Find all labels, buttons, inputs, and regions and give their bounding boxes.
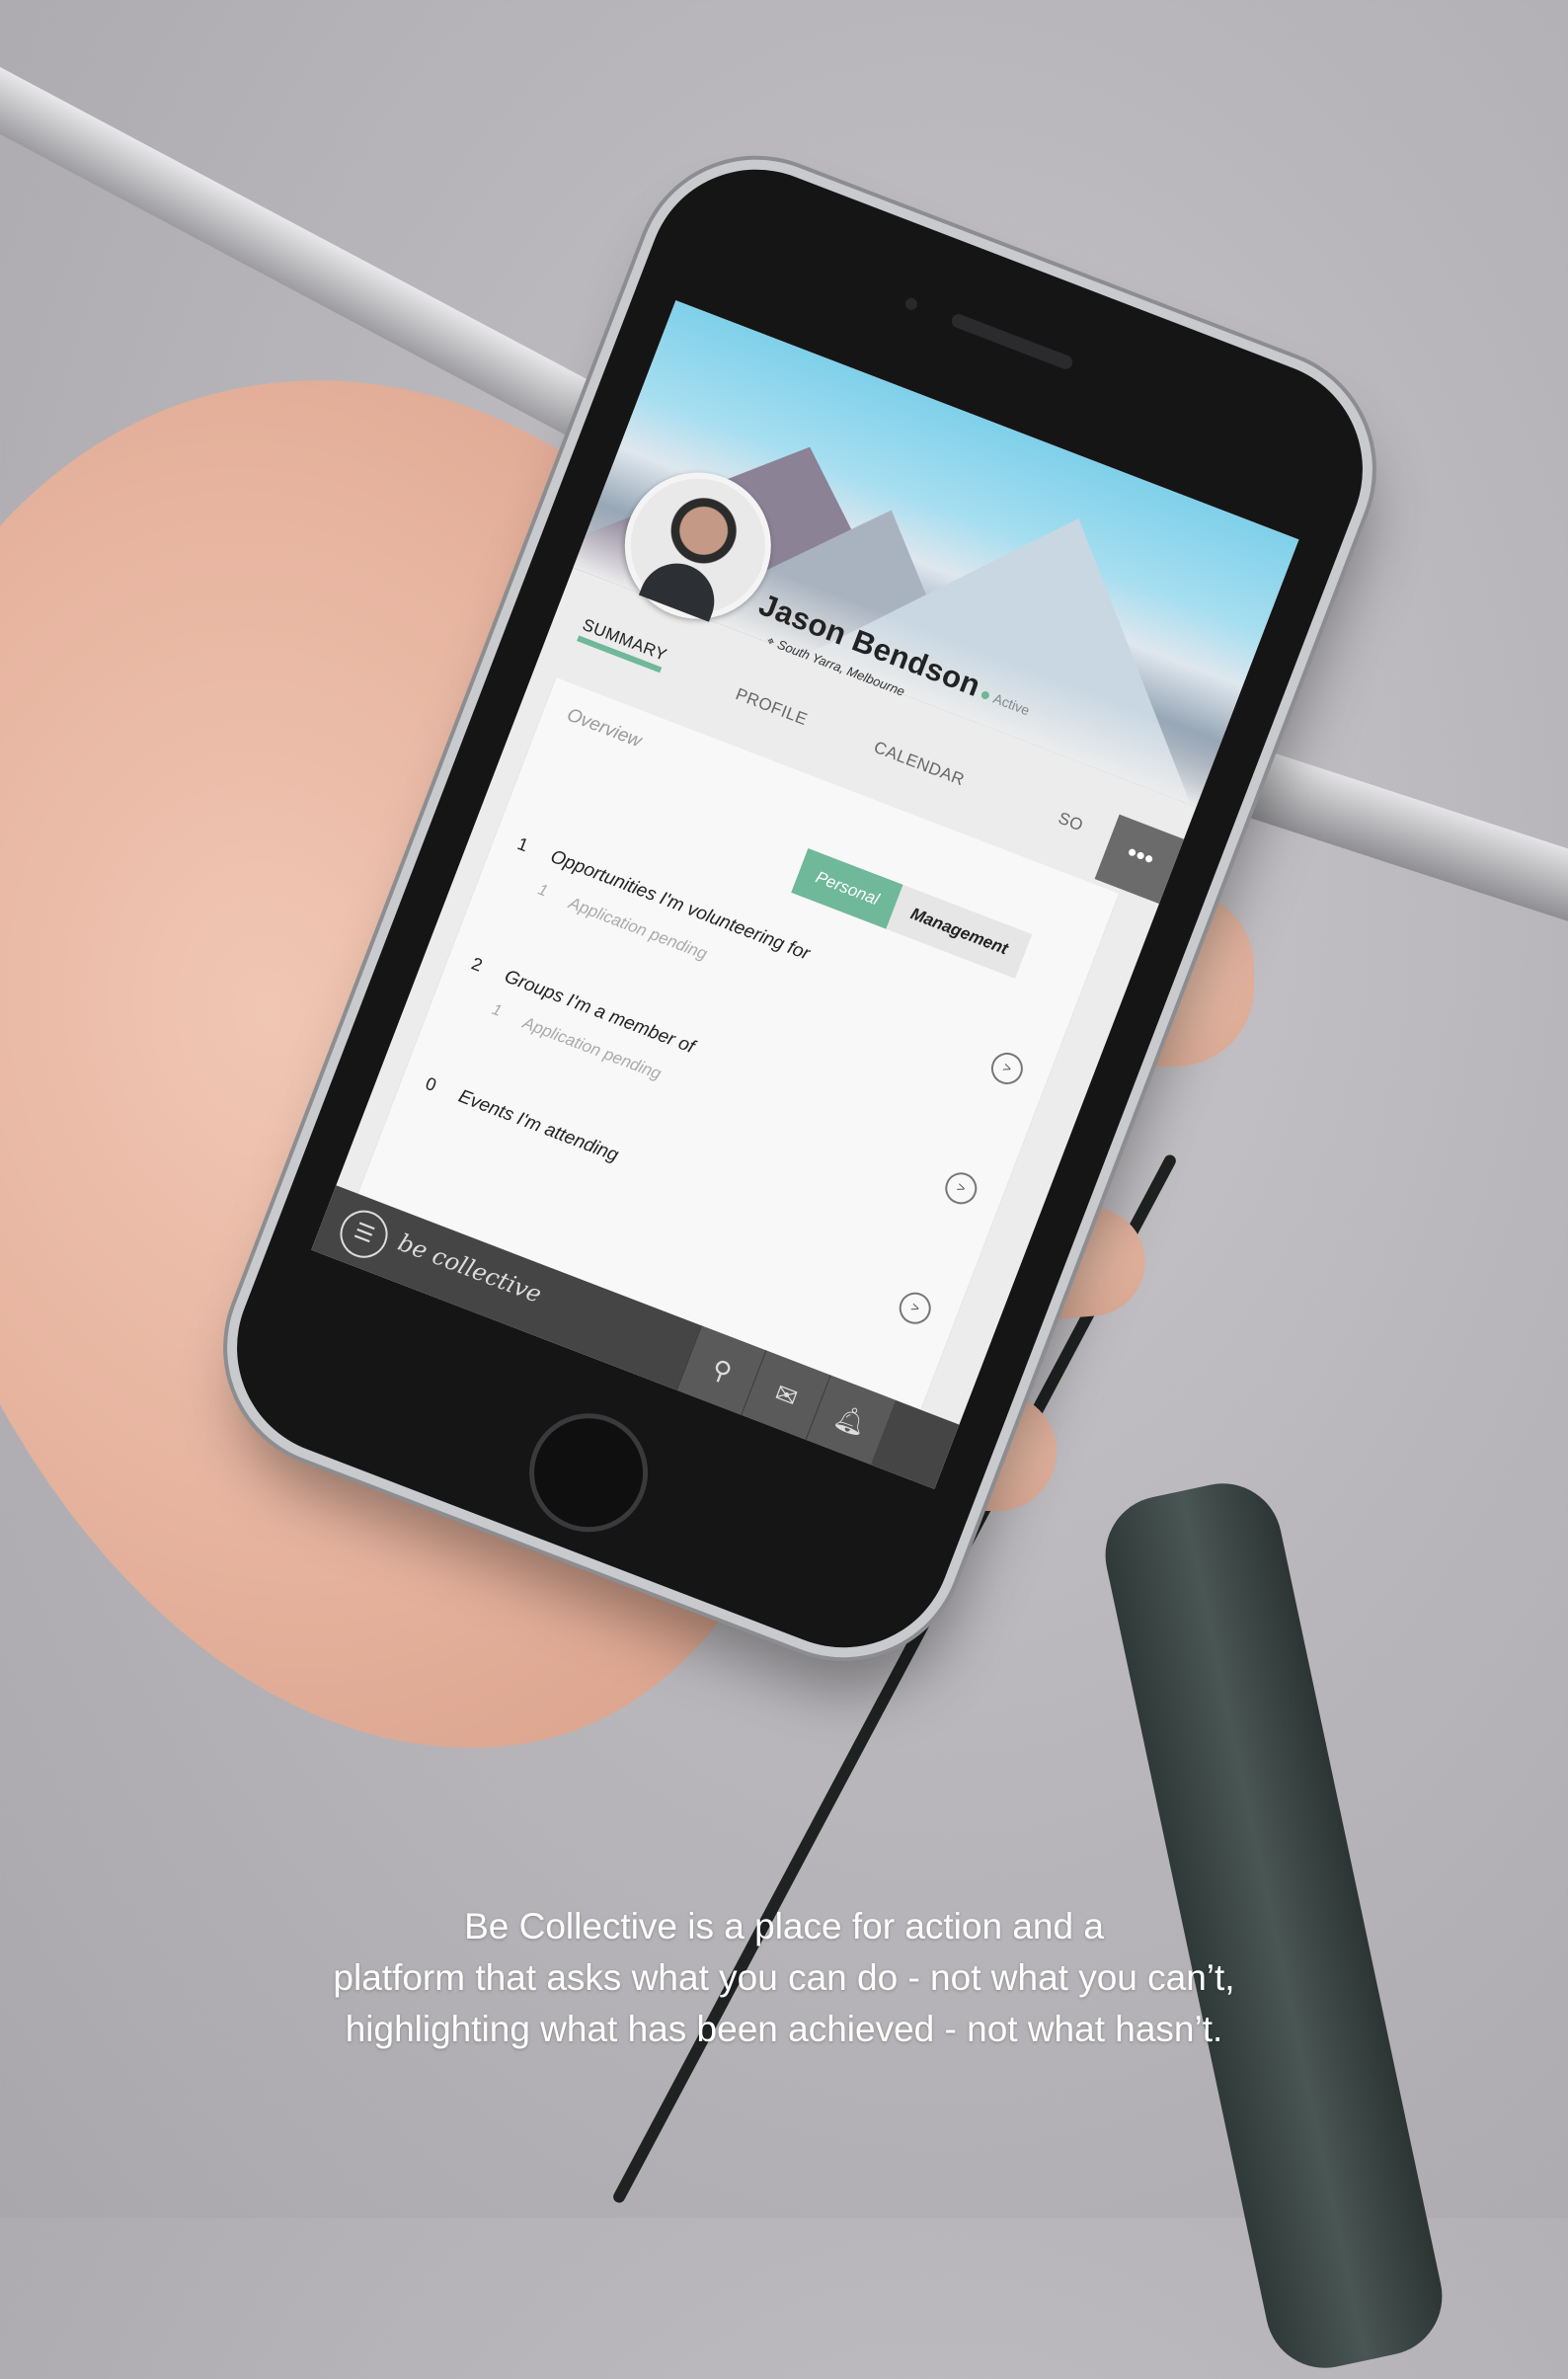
caption-line-3: highlighting what has been achieved - no… (345, 2009, 1223, 2049)
row-count: 2 (468, 953, 486, 976)
overview-title: Overview (564, 704, 645, 753)
tab-profile[interactable]: PROFILE (733, 684, 810, 730)
chevron-right-icon[interactable]: > (940, 1167, 981, 1210)
caption-line-1: Be Collective is a place for action and … (464, 1906, 1104, 1946)
camera (903, 296, 919, 312)
tab-calendar[interactable]: CALENDAR (871, 738, 967, 790)
speaker (949, 312, 1075, 371)
home-button[interactable] (511, 1395, 666, 1549)
row-count: 0 (423, 1072, 439, 1096)
toggle-management[interactable]: Management (886, 884, 1033, 979)
row-label: Events I'm attending (455, 1085, 622, 1166)
chevron-right-icon[interactable]: > (895, 1288, 936, 1329)
row-sub-count: 1 (535, 881, 550, 901)
row-count: 1 (514, 833, 531, 856)
tab-so[interactable]: SO (1056, 809, 1086, 836)
chevron-right-icon[interactable]: > (986, 1048, 1028, 1089)
status-dot-icon (980, 689, 991, 701)
caption-line-2: platform that asks what you can do - not… (333, 1957, 1235, 1998)
toggle-personal[interactable]: Personal (791, 847, 903, 929)
row-sub-count: 1 (489, 1000, 505, 1020)
menu-icon[interactable]: ☰ (333, 1203, 395, 1265)
caption: Be Collective is a place for action and … (0, 1901, 1568, 2055)
